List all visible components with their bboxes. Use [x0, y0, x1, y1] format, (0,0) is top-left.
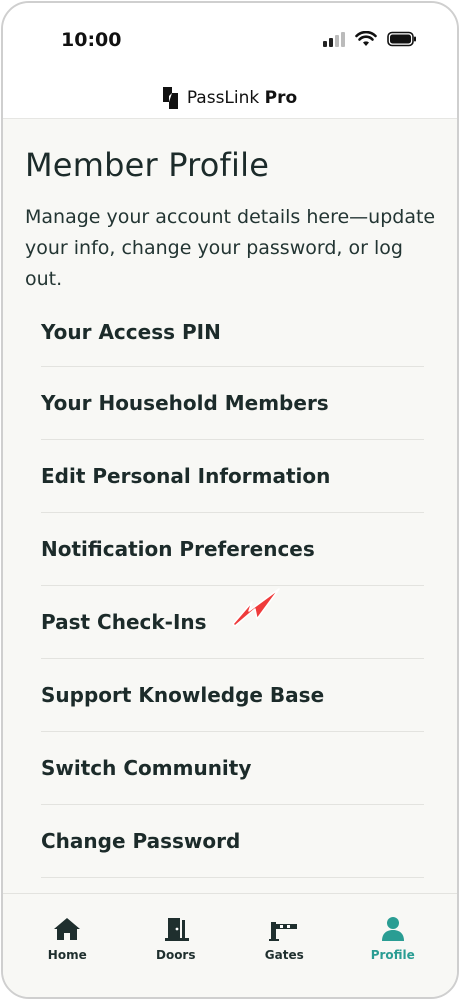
tab-home-label: Home	[47, 948, 87, 962]
menu-item-household-members[interactable]: Your Household Members	[41, 367, 424, 440]
passlink-logo-icon	[162, 86, 178, 109]
tab-doors[interactable]: Doors	[126, 894, 226, 997]
menu-item-change-password[interactable]: Change Password	[41, 805, 424, 878]
tab-bar: Home Doors Gates Profile	[3, 893, 457, 997]
tab-profile-label: Profile	[370, 948, 415, 962]
menu-item-notification-preferences[interactable]: Notification Preferences	[41, 513, 424, 586]
tab-gates[interactable]: Gates	[234, 894, 334, 997]
status-icons	[323, 31, 417, 47]
battery-icon	[387, 31, 416, 47]
brand-name-text: PassLink	[186, 87, 260, 108]
tab-profile[interactable]: Profile	[343, 894, 443, 997]
gate-icon	[268, 914, 300, 944]
door-icon	[160, 914, 192, 944]
home-icon	[51, 914, 83, 944]
menu-item-edit-personal-information[interactable]: Edit Personal Information	[41, 440, 424, 513]
brand-tier: Pro	[264, 87, 298, 108]
menu-item-switch-community[interactable]: Switch Community	[41, 732, 424, 805]
menu-item-access-pin[interactable]: Your Access PIN	[41, 297, 424, 367]
app-header: PassLink Pro	[3, 77, 457, 119]
brand-name: PassLink Pro	[187, 88, 297, 108]
menu-item-support-knowledge-base[interactable]: Support Knowledge Base	[41, 659, 424, 732]
page-title: Member Profile	[25, 146, 270, 184]
tab-home[interactable]: Home	[17, 894, 117, 997]
status-bar: 10:00	[3, 3, 457, 77]
status-time: 10:00	[61, 29, 122, 51]
wifi-icon	[355, 31, 377, 46]
page-description: Manage your account details here—update …	[25, 206, 436, 290]
tab-doors-label: Doors	[155, 948, 196, 962]
profile-content: Member Profile Manage your account detai…	[3, 120, 457, 895]
pointer-arrow-icon	[232, 588, 280, 627]
signal-icon	[323, 32, 345, 47]
profile-icon	[377, 914, 409, 944]
phone-frame: 10:00 PassLink Pro Member Profile Manage…	[1, 1, 459, 999]
tab-gates-label: Gates	[264, 948, 304, 962]
